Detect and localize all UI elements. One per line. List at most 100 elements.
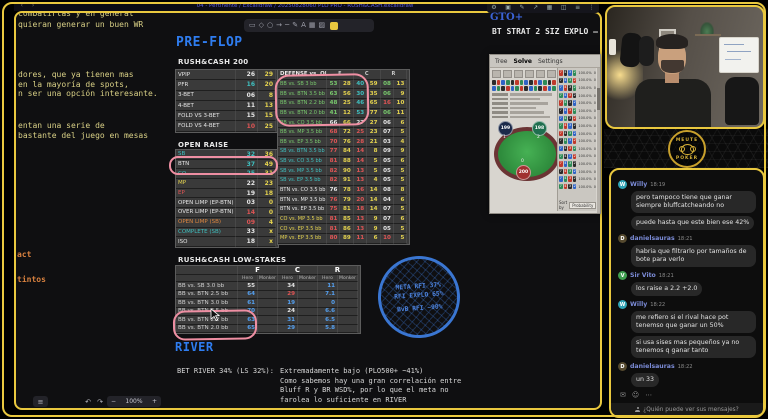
zoom-in-button[interactable]: + (152, 398, 157, 405)
tab-tree[interactable]: Tree (495, 58, 508, 65)
hand-combo-row[interactable]: 7432100.0%0 (559, 153, 596, 161)
card-icon (534, 86, 538, 91)
note-line: en la mayoría de spots, (18, 80, 158, 90)
text-tool-icon[interactable]: A (301, 19, 306, 32)
hand-combo-row[interactable]: 7432100.0%0 (559, 99, 596, 107)
open-raise-row-label: COMPLETE (SB) (176, 228, 236, 238)
more-icon[interactable]: ⋮ (589, 4, 595, 11)
hand-combo-row[interactable]: 7432100.0%0 (559, 160, 596, 168)
zoom-out-button[interactable]: − (111, 398, 116, 405)
nav-arrows[interactable]: ‹ › (20, 2, 37, 9)
emoji-icon[interactable]: ☺ (632, 391, 639, 399)
defense-row-label: CO vs. EP 3.5 bb (278, 224, 327, 234)
sort-control[interactable]: Sort by Probability (559, 200, 595, 210)
eraser-tool-icon[interactable]: ▨ (319, 19, 326, 32)
lowstakes-monker-value (258, 291, 278, 300)
defense-benchmark-value: 81 (340, 205, 353, 215)
card-icon: 4 (564, 100, 568, 106)
image-tool-icon[interactable]: ▦ (309, 19, 316, 32)
hand-combo-row[interactable]: 7432100.0%0 (559, 137, 596, 145)
nav-back-icon[interactable]: ‹ (20, 2, 26, 9)
hand-probability: 100.0% (578, 154, 591, 158)
card-icon (543, 80, 547, 85)
solver-scrollbar-thumb[interactable] (597, 88, 600, 110)
defense-benchmark-value: 9 (367, 224, 380, 234)
hand-count: 0 (594, 78, 596, 82)
hand-combo-row[interactable]: 7432100.0%0 (559, 122, 596, 130)
zoom-control[interactable]: − 100% + (107, 396, 161, 407)
card-icon: 4 (564, 108, 568, 114)
hand-combo-row[interactable]: 7432100.0%0 (559, 145, 596, 153)
hand-combo-row[interactable]: 7432100.0%0 (559, 69, 596, 77)
chat-message-list[interactable]: WWilly18:19pero tampoco tiene que ganar … (613, 172, 761, 402)
chat-visibility-bar[interactable]: ¿Quién puede ver sus mensajes? (611, 403, 763, 416)
hand-combo-row[interactable]: 7432100.0%0 (559, 130, 596, 138)
tab-solve[interactable]: Solve (514, 58, 532, 65)
solver-toolbar-button[interactable] (514, 70, 523, 78)
defense-row-label: SB vs. EP 3.5 bb (278, 176, 327, 186)
redo-button[interactable]: ↷ (94, 396, 106, 407)
more-icon[interactable]: ⋯ (645, 391, 652, 399)
lowstakes-hero-value: 55 (238, 282, 258, 291)
solver-toolbar-button[interactable] (547, 70, 556, 78)
solver-window[interactable]: TreeSolveSettings 199119822000 7432100.0… (489, 54, 601, 214)
line-tool-icon[interactable]: ─ (285, 19, 289, 32)
diamond-tool-icon[interactable]: ◇ (259, 19, 264, 32)
message-icon[interactable]: ✉ (620, 391, 626, 399)
viewers-icon (635, 407, 640, 412)
hand-probability: 100.0% (578, 147, 591, 151)
ellipse-tool-icon[interactable]: ○ (267, 19, 273, 32)
nav-forward-icon[interactable]: › (31, 2, 37, 9)
person-beard (661, 60, 684, 73)
hand-combo-row[interactable]: 7432100.0%0 (559, 115, 596, 123)
hand-combo-row[interactable]: 7432100.0%0 (559, 175, 596, 183)
chat-message-header: Ddanielsauras18:22 (618, 362, 756, 371)
solver-toolbar-button[interactable] (536, 70, 545, 78)
defense-hero-value: 13 (354, 224, 367, 234)
hand-combo-row[interactable]: 7432100.0%0 (559, 183, 596, 191)
open-raise-row-hero-value: 19 (236, 189, 258, 199)
grid-icon[interactable]: ▦ (547, 4, 553, 11)
undo-button[interactable]: ↶ (82, 396, 94, 407)
defense-hero-value: 41 (327, 109, 340, 119)
defense-benchmark-value: 65 (367, 99, 380, 109)
arrow-tool-icon[interactable]: → (276, 19, 282, 32)
solver-toolbar[interactable] (492, 70, 556, 78)
solver-toolbar-button[interactable] (525, 70, 534, 78)
defense-row-label: BB vs. CO 3.5 bb (278, 118, 327, 128)
hand-combo-row[interactable]: 7432100.0%0 (559, 92, 596, 100)
excalidraw-toolbar[interactable]: ▭◇○→─✎A▦▨ (244, 19, 374, 32)
app-icon[interactable]: ▣ (505, 4, 511, 11)
menu-icon[interactable]: ≡ (575, 4, 580, 11)
card-icon: 7 (559, 70, 563, 76)
solver-info-row (492, 107, 556, 110)
stat-row-hero-value: 15 (236, 111, 258, 121)
window-icon[interactable]: ◫ (561, 4, 567, 11)
draw-tool-icon[interactable]: ✎ (292, 19, 298, 32)
hand-probability: 100.0% (578, 132, 591, 136)
rectangle-tool-icon[interactable]: ▭ (249, 19, 256, 32)
stat-row-benchmark-value: 20 (258, 80, 276, 90)
solver-toolbar-button[interactable] (503, 70, 512, 78)
defense-benchmark-value: 27 (367, 118, 380, 128)
solver-hands-panel[interactable]: 7432100.0%07432100.0%07432100.0%07432100… (557, 68, 596, 211)
pen-icon[interactable]: ✎ (519, 4, 524, 11)
menu-button[interactable]: ≡ (33, 396, 48, 407)
chat-footer-icons: ✉ ☺ ⋯ (620, 391, 756, 399)
solver-scrollbar[interactable] (597, 68, 600, 213)
hand-combo-row[interactable]: 7432100.0%0 (559, 77, 596, 85)
zoom-level[interactable]: 100% (125, 398, 142, 405)
sort-dropdown[interactable]: Probability (569, 202, 596, 209)
share-icon[interactable]: ↗ (533, 4, 538, 11)
hand-combo-row[interactable]: 7432100.0%0 (559, 168, 596, 176)
hand-combo-row[interactable]: 7432100.0%0 (559, 107, 596, 115)
stat-row-label: VPIP (176, 70, 236, 80)
color-swatch[interactable] (330, 22, 338, 30)
solver-tab-bar[interactable]: Tree Solve Settings (490, 55, 600, 68)
hand-combo-row[interactable]: 7432100.0%0 (559, 84, 596, 92)
solver-toolbar-button[interactable] (492, 70, 501, 78)
chat-visibility-hint: ¿Quién puede ver sus mensajes? (643, 407, 739, 413)
gear-icon[interactable]: ⚙ (491, 4, 496, 11)
tab-settings[interactable]: Settings (538, 58, 563, 65)
river-lead: BET RIVER 34% (LS 32%): (177, 367, 274, 377)
